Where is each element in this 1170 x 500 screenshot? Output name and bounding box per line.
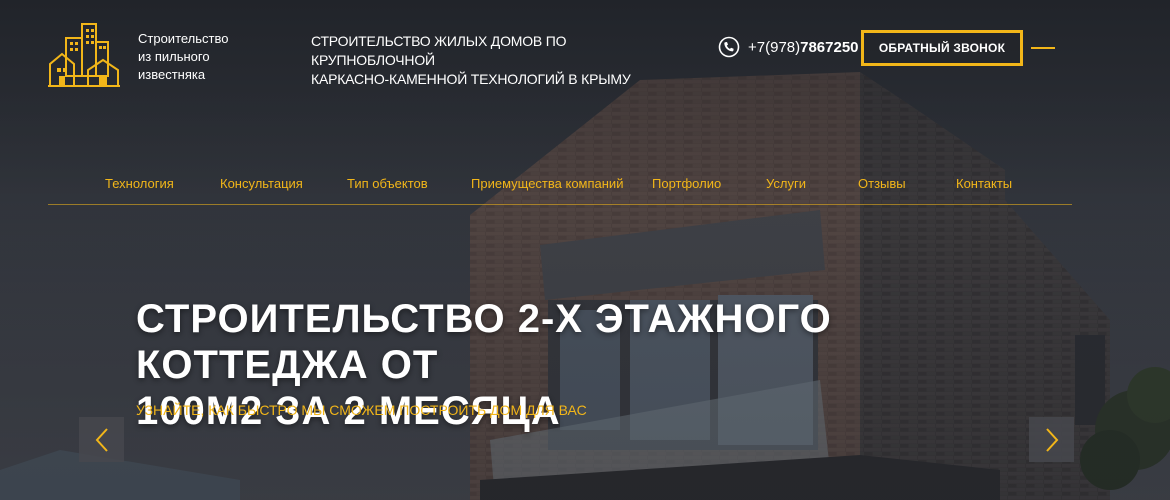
- main-nav: Технология Консультация Тип объектов При…: [48, 172, 1072, 205]
- phone-link[interactable]: +7(978) 7867250: [718, 36, 859, 58]
- callback-button[interactable]: ОБРАТНЫЙ ЗВОНОК: [861, 30, 1023, 66]
- menu-line-icon[interactable]: [1031, 47, 1055, 49]
- nav-item-technology[interactable]: Технология: [105, 176, 174, 191]
- nav-item-consultation[interactable]: Консультация: [220, 176, 303, 191]
- logo-line: известняка: [138, 67, 206, 82]
- hero-title-line: СТРОИТЕЛЬСТВО 2-Х ЭТАЖНОГО КОТТЕДЖА ОТ: [136, 297, 832, 387]
- header-tagline: СТРОИТЕЛЬСТВО ЖИЛЫХ ДОМОВ ПО КРУПНОБЛОЧН…: [311, 32, 671, 89]
- logo[interactable]: [48, 20, 120, 88]
- buildings-logo-icon: [48, 23, 120, 87]
- tagline-line: СТРОИТЕЛЬСТВО ЖИЛЫХ ДОМОВ ПО КРУПНОБЛОЧН…: [311, 33, 567, 68]
- nav-item-advantages[interactable]: Приемущества компаний: [471, 176, 623, 191]
- hero-subtitle: УЗНАЙТЕ, КАК БЫСТРО МЫ СМОЖЕМ ПОСТРОИТЬ …: [136, 402, 587, 418]
- phone-number: 7867250: [800, 38, 859, 56]
- nav-item-portfolio[interactable]: Портфолио: [652, 176, 721, 191]
- chevron-left-icon: [95, 427, 108, 452]
- logo-line: из пильного: [138, 49, 210, 64]
- logo-text: Строительство из пильного известняка: [138, 30, 248, 84]
- slider-prev-button[interactable]: [79, 417, 124, 462]
- nav-item-object-types[interactable]: Тип объектов: [347, 176, 428, 191]
- phone-prefix: +7(978): [748, 38, 801, 56]
- phone-icon: [718, 36, 740, 58]
- chevron-right-icon: [1045, 427, 1058, 452]
- tagline-line: КАРКАСНО-КАМЕННОЙ ТЕХНОЛОГИЙ В КРЫМУ: [311, 71, 631, 87]
- nav-item-services[interactable]: Услуги: [766, 176, 806, 191]
- slider-next-button[interactable]: [1029, 417, 1074, 462]
- logo-line: Строительство: [138, 31, 229, 46]
- nav-item-contacts[interactable]: Контакты: [956, 176, 1012, 191]
- nav-item-reviews[interactable]: Отзывы: [858, 176, 906, 191]
